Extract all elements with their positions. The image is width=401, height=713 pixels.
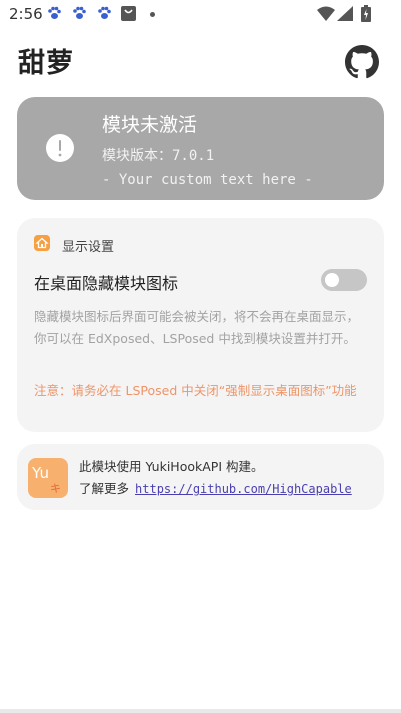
battery-icon [361, 5, 371, 22]
toggle-knob [325, 273, 339, 287]
about-card: Yu キ 此模块使用 YukiHookAPI 构建。 了解更多 https://g… [17, 444, 384, 510]
signal-icon [337, 6, 353, 21]
logo-sub: キ [50, 482, 61, 495]
module-version: 模块版本：7.0.1 [102, 148, 215, 164]
shopping-bag-icon [121, 6, 136, 21]
yukihookapi-logo: Yu キ [28, 458, 68, 498]
custom-text: - Your custom text here - [102, 172, 313, 188]
paw-icon [48, 6, 61, 19]
github-link[interactable]: https://github.com/HighCapable [135, 482, 352, 496]
learn-more-label: 了解更多 [79, 481, 130, 496]
notification-dot [150, 12, 155, 17]
module-status-card: 模块未激活 模块版本：7.0.1 - Your custom text here… [17, 97, 384, 200]
hide-icon-description: 隐藏模块图标后界面可能会被关闭，将不会再在桌面显示，你可以在 EdXposed、… [34, 309, 360, 346]
display-settings-card: 显示设置 在桌面隐藏模块图标 隐藏模块图标后界面可能会被关闭，将不会再在桌面显示… [17, 218, 384, 432]
home-icon [34, 235, 50, 251]
hide-icon-toggle[interactable] [321, 269, 367, 291]
hide-icon-label: 在桌面隐藏模块图标 [34, 274, 179, 293]
logo-text: Yu [32, 464, 49, 482]
about-learn-more: 了解更多 https://github.com/HighCapable [79, 478, 352, 497]
gesture-bar [0, 709, 401, 713]
status-bar: 2:56 [0, 0, 401, 28]
github-icon[interactable] [345, 45, 379, 79]
exclamation-circle-icon [46, 134, 74, 162]
app-title: 甜萝 [18, 48, 74, 79]
module-status-title: 模块未激活 [102, 114, 198, 136]
about-built-with: 此模块使用 YukiHookAPI 构建。 [79, 459, 264, 474]
status-time: 2:56 [9, 5, 43, 23]
wifi-icon [317, 6, 335, 21]
warning-text: 注意：请务必在 LSPosed 中关闭“强制显示桌面图标”功能 [34, 383, 357, 398]
section-title: 显示设置 [62, 240, 115, 255]
paw-icon [98, 6, 111, 19]
paw-icon [73, 6, 86, 19]
